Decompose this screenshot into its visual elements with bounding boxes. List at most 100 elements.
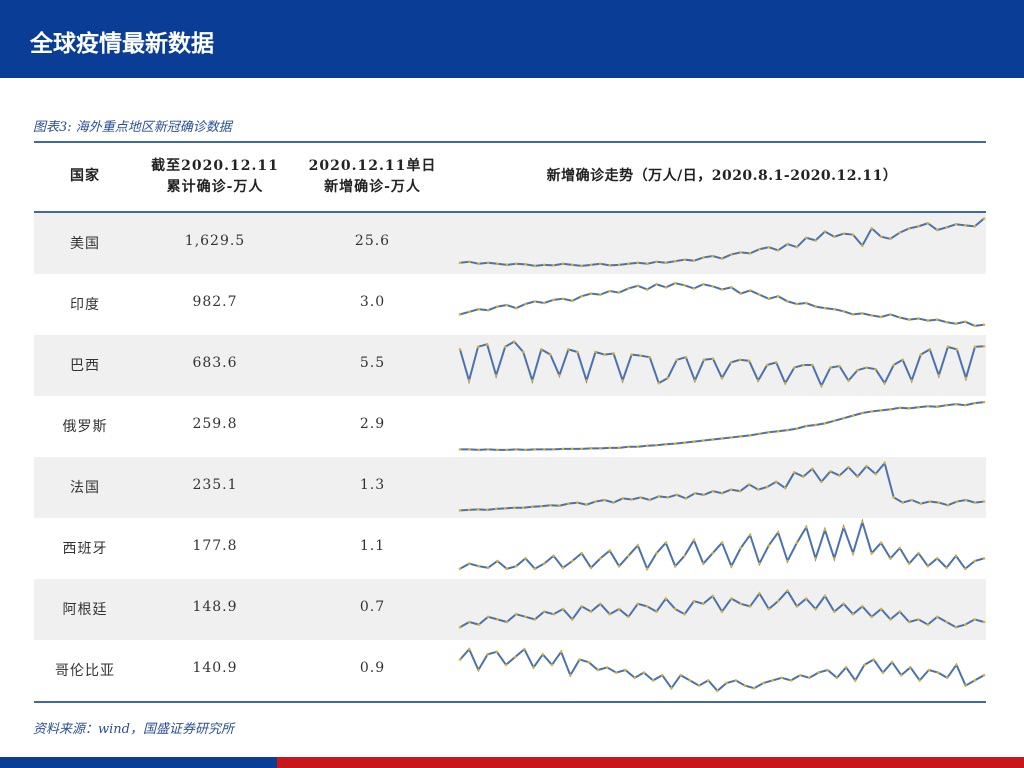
trend-point xyxy=(756,488,760,491)
trend-point xyxy=(585,379,588,382)
trend-point xyxy=(570,447,574,451)
trend-point xyxy=(926,404,930,408)
trend-point xyxy=(559,650,563,654)
trend-point xyxy=(907,318,911,321)
trend-point xyxy=(542,263,546,267)
trend-point xyxy=(664,541,668,545)
trend-point xyxy=(964,498,968,502)
trend-point xyxy=(955,663,958,667)
trend-point xyxy=(928,500,932,503)
trend-point xyxy=(552,264,555,267)
trend-point xyxy=(937,501,941,504)
trend-sparkline xyxy=(458,217,986,268)
trend-point xyxy=(580,605,583,608)
trend-point xyxy=(804,525,808,529)
trend-point xyxy=(627,445,630,449)
trend-point xyxy=(496,618,499,621)
trend-point xyxy=(926,564,930,568)
trend-point xyxy=(683,612,686,616)
trend-point xyxy=(524,263,527,266)
trend-point xyxy=(774,361,778,364)
trend-point xyxy=(503,507,507,510)
trend-point xyxy=(701,562,705,565)
trend-point xyxy=(552,612,555,616)
trend-point xyxy=(496,448,499,452)
table-row: 阿根廷 148.9 0.7 xyxy=(34,579,986,640)
trend-point xyxy=(973,501,977,504)
trend-point xyxy=(963,567,967,571)
trend-point xyxy=(542,562,546,565)
country-cell: 美国 xyxy=(70,236,100,252)
trend-point xyxy=(776,599,780,603)
cumulative-cell: 148.9 xyxy=(192,599,238,615)
table-row: 印度 982.7 3.0 xyxy=(34,274,986,335)
trend-point xyxy=(552,448,555,451)
trend-point xyxy=(907,407,911,410)
trend-point xyxy=(767,544,771,547)
trend-point xyxy=(937,374,941,377)
trend-point xyxy=(814,557,817,560)
trend-point xyxy=(655,260,658,264)
trend-point xyxy=(730,253,733,256)
trend-point xyxy=(758,247,761,251)
trend-point xyxy=(477,668,480,672)
trend-point xyxy=(870,551,874,555)
trend-point xyxy=(599,602,602,606)
trend-point xyxy=(614,671,618,674)
trend-point xyxy=(697,684,701,687)
cumulative-cell: 235.1 xyxy=(192,477,238,493)
trend-point xyxy=(645,567,649,571)
trend-point xyxy=(512,506,516,510)
trend-point xyxy=(748,252,752,255)
trend-point xyxy=(917,405,920,409)
trend-point xyxy=(917,317,920,320)
trend-point xyxy=(711,285,714,288)
trend-point xyxy=(982,557,986,560)
trend-point xyxy=(599,557,602,560)
trend-point xyxy=(617,607,621,611)
trend-point xyxy=(910,498,914,502)
trend-point xyxy=(486,261,490,265)
trend-point xyxy=(842,416,845,420)
trend-point xyxy=(702,358,706,362)
trend-point xyxy=(514,448,518,451)
trend-point xyxy=(675,358,679,362)
trend-point xyxy=(550,663,554,667)
trend-point xyxy=(907,227,911,230)
trend-point xyxy=(795,605,799,608)
daily-cell: 0.9 xyxy=(359,660,386,676)
trend-point xyxy=(673,564,677,568)
trend-point xyxy=(505,567,509,571)
trend-point xyxy=(917,551,920,555)
trend-point xyxy=(651,679,655,682)
col-header-country: 国家 xyxy=(70,168,100,184)
trend-point xyxy=(832,557,836,560)
trend-point xyxy=(706,679,710,682)
trend-point xyxy=(743,684,747,687)
trend-sparkline xyxy=(458,518,986,572)
col-header-daily: 2020.12.11单日 新增确诊-万人 xyxy=(300,156,445,198)
trend-point xyxy=(982,500,986,503)
trend-point xyxy=(954,625,958,629)
trend-point xyxy=(570,299,574,303)
trend-point xyxy=(494,374,498,377)
trend-point xyxy=(907,562,911,565)
trend-point xyxy=(780,676,784,680)
trend-point xyxy=(578,658,581,661)
trend-point xyxy=(847,465,850,469)
trend-point xyxy=(576,501,579,504)
trend-point xyxy=(458,625,462,629)
col-header-cumulative-line1: 截至2020.12.11 xyxy=(151,158,279,174)
trend-point xyxy=(627,287,630,290)
trend-point xyxy=(580,264,583,268)
trend-point xyxy=(919,502,923,505)
trend-point xyxy=(889,557,892,560)
trend-point xyxy=(814,607,817,611)
trend-point xyxy=(832,235,836,239)
trend-point xyxy=(982,400,986,404)
trend-point xyxy=(804,301,808,305)
trend-point xyxy=(856,368,859,372)
trend-point xyxy=(570,618,574,621)
trend-line xyxy=(459,647,985,693)
trend-point xyxy=(540,504,543,508)
